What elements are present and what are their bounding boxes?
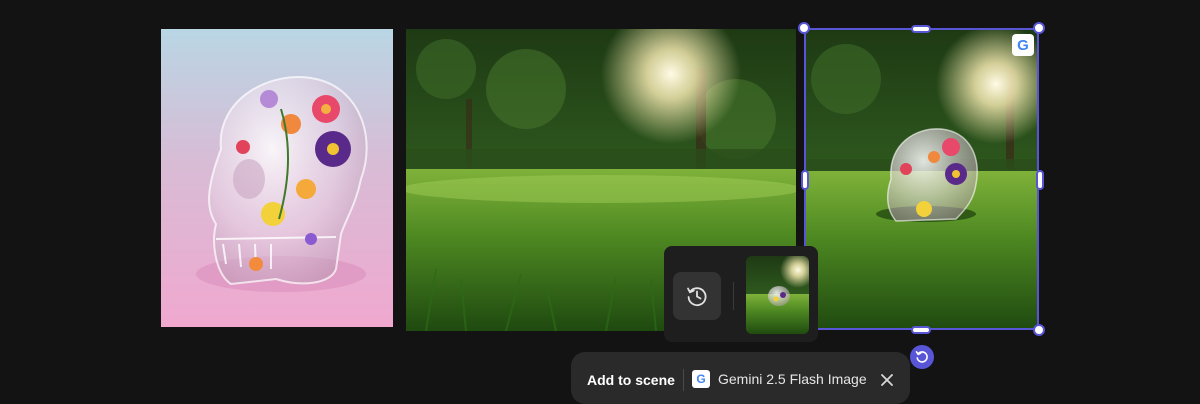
glass-skull-image[interactable] <box>161 29 393 327</box>
history-thumbnail[interactable] <box>746 256 809 334</box>
resize-handle-top-right[interactable] <box>1033 22 1045 34</box>
resize-handle-bottom[interactable] <box>911 326 931 334</box>
close-button[interactable] <box>879 372 895 388</box>
resize-handle-right[interactable] <box>1036 170 1044 190</box>
history-icon <box>687 287 707 307</box>
resize-handle-left[interactable] <box>801 170 809 190</box>
resize-handle-top[interactable] <box>911 25 931 33</box>
composed-result-image[interactable] <box>806 29 1039 330</box>
model-selector[interactable]: G Gemini 2.5 Flash Image <box>692 370 867 388</box>
resize-handle-bottom-right[interactable] <box>1033 324 1045 336</box>
divider <box>733 282 734 310</box>
history-button[interactable] <box>673 272 721 320</box>
resize-handle-top-left[interactable] <box>798 22 810 34</box>
close-icon <box>881 374 893 386</box>
model-label: Gemini 2.5 Flash Image <box>718 371 867 387</box>
rotate-button[interactable] <box>910 345 934 369</box>
rotate-icon <box>915 351 928 363</box>
add-to-scene-label[interactable]: Add to scene <box>587 372 675 388</box>
history-popover <box>664 246 818 342</box>
google-badge-icon: G <box>1012 34 1034 56</box>
google-logo-icon: G <box>692 370 710 388</box>
bottom-toolbar: Add to scene G Gemini 2.5 Flash Image <box>571 352 910 404</box>
